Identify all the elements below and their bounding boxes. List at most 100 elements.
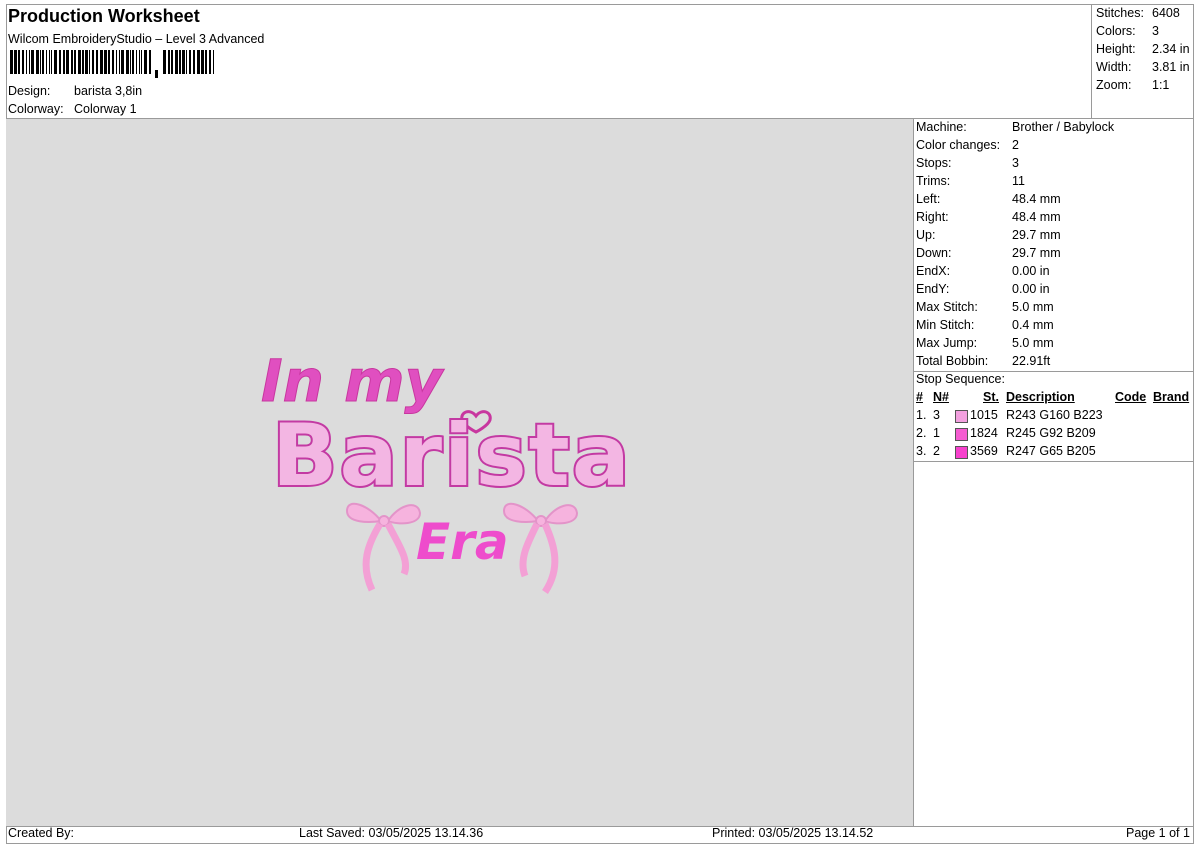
- machine-info-value: 3: [1012, 156, 1019, 170]
- color-swatch: [955, 410, 968, 423]
- row-stitches: 3569: [970, 444, 998, 458]
- machine-info-label: Machine:: [916, 120, 967, 134]
- left-bow-icon: [345, 502, 422, 592]
- barcode-bar: [179, 50, 181, 74]
- machine-info-row: Up: 29.7 mm: [916, 228, 1061, 242]
- colorway-label: Colorway:: [8, 102, 64, 116]
- stat-label: Height:: [1096, 42, 1136, 56]
- barcode-bar: [121, 50, 124, 74]
- barcode-bar: [209, 50, 211, 74]
- barcode-bar: [112, 50, 114, 74]
- software-name: Wilcom EmbroideryStudio – Level 3 Advanc…: [8, 32, 265, 46]
- stat-height: Height: 2.34 in: [1096, 42, 1190, 56]
- right-bow-icon: [502, 502, 579, 594]
- stat-zoom: Zoom: 1:1: [1096, 78, 1169, 92]
- machine-info-value: 5.0 mm: [1012, 336, 1054, 350]
- barcode-bar: [92, 50, 94, 74]
- barcode-bar: [42, 50, 44, 74]
- machine-info-label: Color changes:: [916, 138, 1001, 152]
- stat-value: 1:1: [1152, 78, 1170, 92]
- barcode-bar: [149, 50, 151, 74]
- machine-info-row: Total Bobbin: 22.91ft: [916, 354, 1050, 368]
- barcode-bar: [59, 50, 61, 74]
- row-number: 3.: [916, 444, 927, 458]
- barcode-bar: [46, 50, 47, 74]
- row-needle: 3: [933, 408, 940, 422]
- barcode-bar: [171, 50, 173, 74]
- machine-info-value: 2: [1012, 138, 1019, 152]
- stat-stitches: Stitches: 6408: [1096, 6, 1180, 20]
- machine-info-row: EndX: 0.00 in: [916, 264, 1050, 278]
- barcode-bar: [78, 50, 81, 74]
- stat-value: 3: [1152, 24, 1159, 38]
- row-stitches: 1824: [970, 426, 998, 440]
- row-stitches: 1015: [970, 408, 998, 422]
- barcode-bar: [26, 50, 27, 74]
- machine-info-row: Max Jump: 5.0 mm: [916, 336, 1054, 350]
- machine-info-row: Machine: Brother / Babylock: [916, 120, 1114, 134]
- stop-sequence-title: Stop Sequence:: [916, 372, 1005, 386]
- barcode-bar: [168, 50, 170, 74]
- barcode-bar: [189, 50, 191, 74]
- barcode-bar: [136, 50, 137, 74]
- design-label: Design:: [8, 84, 51, 98]
- page-title: Production Worksheet: [8, 6, 200, 26]
- machine-info-label: Trims:: [916, 174, 951, 188]
- col-header-num: #: [916, 390, 923, 404]
- barcode-bar: [163, 50, 166, 74]
- barcode-bar: [119, 50, 120, 74]
- barcode-bar: [49, 50, 50, 74]
- barcode-bar: [205, 50, 207, 74]
- barcode-bar: [175, 50, 178, 74]
- barcode-bar: [213, 50, 214, 74]
- barcode-bar: [141, 50, 142, 74]
- color-swatch: [955, 446, 968, 459]
- colorway-value: Colorway 1: [74, 102, 137, 116]
- machine-info-value: 0.4 mm: [1012, 318, 1054, 332]
- stop-sequence-row: 2. 1 1824 R245 G92 B209: [916, 426, 1196, 442]
- barcode-bar: [197, 50, 200, 74]
- barcode-bar: [132, 50, 134, 74]
- machine-info-value: 29.7 mm: [1012, 228, 1061, 242]
- machine-info-label: Min Stitch:: [916, 318, 975, 332]
- barcode-bar: [116, 50, 117, 74]
- stat-label: Zoom:: [1096, 78, 1132, 92]
- barcode-bar: [71, 50, 73, 74]
- barcode-bar: [63, 50, 65, 74]
- row-description: R243 G160 B223: [1006, 408, 1103, 422]
- col-header-code: Code: [1115, 390, 1147, 404]
- barcode-bar: [31, 50, 34, 74]
- machine-info-value: 48.4 mm: [1012, 192, 1061, 206]
- machine-info-value: Brother / Babylock: [1012, 120, 1115, 134]
- col-header-stitches: St.: [983, 390, 999, 404]
- barcode-bar: [82, 50, 84, 74]
- barcode-bar: [130, 50, 131, 74]
- stop-sequence-header: # N# St. Description Code Brand: [916, 390, 1196, 406]
- footer-printed: Printed: 03/05/2025 13.14.52: [712, 826, 874, 840]
- machine-info-label: Left:: [916, 192, 941, 206]
- design-text-line3: Era: [416, 513, 509, 571]
- barcode-bar: [66, 50, 69, 74]
- barcode-bar: [139, 50, 140, 74]
- machine-info-row: Max Stitch: 5.0 mm: [916, 300, 1054, 314]
- machine-info-value: 48.4 mm: [1012, 210, 1061, 224]
- design-row: Design: barista 3,8in: [8, 84, 142, 98]
- machine-info-row: Trims: 11: [916, 174, 1025, 188]
- row-description: R247 G65 B205: [1006, 444, 1096, 458]
- stat-value: 2.34 in: [1152, 42, 1190, 56]
- machine-info-value: 5.0 mm: [1012, 300, 1054, 314]
- stat-width: Width: 3.81 in: [1096, 60, 1190, 74]
- row-number: 2.: [916, 426, 927, 440]
- design-text-line2: Barista: [272, 406, 632, 506]
- barcode-bar: [51, 50, 52, 74]
- col-header-needle: N#: [933, 390, 949, 404]
- barcode-bar: [126, 50, 129, 74]
- machine-info-row: Down: 29.7 mm: [916, 246, 1061, 260]
- machine-info-label: Total Bobbin:: [916, 354, 989, 368]
- barcode-bar: [100, 50, 103, 74]
- machine-info-row: EndY: 0.00 in: [916, 282, 1050, 296]
- stop-sequence-row: 1. 3 1015 R243 G160 B223: [916, 408, 1196, 424]
- barcode-image: [10, 50, 214, 78]
- design-canvas: In my Barista Era: [6, 119, 913, 826]
- barcode-bar: [89, 50, 90, 74]
